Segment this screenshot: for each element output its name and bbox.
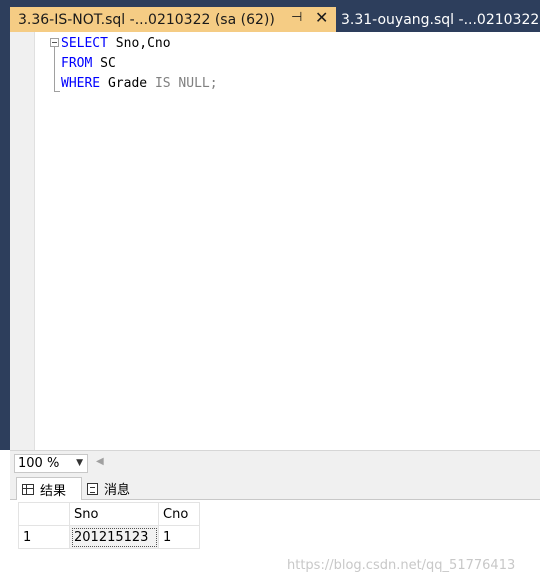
semicolon: ; bbox=[209, 76, 218, 91]
keyword: FROM bbox=[61, 56, 93, 71]
sql-code[interactable]: SELECT Sno,Cno FROM SC WHERE Grade IS NU… bbox=[61, 34, 218, 94]
results-tab-bar: 结果 消息 bbox=[10, 474, 540, 500]
results-grid-pane: Sno Cno 1 201215123 1 bbox=[10, 501, 540, 586]
outline-line bbox=[54, 40, 55, 92]
code-line: WHERE Grade IS NULL; bbox=[61, 76, 218, 91]
zoom-bar: 100 % ▼ ◀ bbox=[10, 450, 540, 474]
tab-is-not-query[interactable]: 3.36-IS-NOT.sql -...0210322 (sa (62)) ⊣ … bbox=[10, 7, 336, 32]
column-header-sno[interactable]: Sno bbox=[69, 502, 159, 526]
chevron-down-icon[interactable]: ▼ bbox=[76, 455, 83, 472]
pin-icon[interactable]: ⊣ bbox=[291, 10, 302, 25]
watermark: https://blog.csdn.net/qq_51776413 bbox=[287, 558, 516, 573]
keyword: SELECT bbox=[61, 36, 108, 51]
editor-gutter bbox=[10, 32, 35, 450]
code-text: SC bbox=[92, 56, 116, 71]
code-text: Grade bbox=[100, 76, 155, 91]
query-editor[interactable]: SELECT Sno,Cno FROM SC WHERE Grade IS NU… bbox=[10, 32, 540, 450]
operator: IS bbox=[154, 76, 171, 91]
window-left-edge bbox=[0, 0, 10, 450]
keyword: WHERE bbox=[61, 76, 101, 91]
operator: NULL bbox=[178, 76, 210, 91]
tab-title: 3.36-IS-NOT.sql -...0210322 (sa (62)) bbox=[18, 11, 275, 28]
row-number-header bbox=[18, 502, 70, 526]
table-row: 1 201215123 1 bbox=[18, 525, 200, 549]
outline-end bbox=[54, 91, 60, 92]
collapse-icon[interactable] bbox=[50, 38, 59, 47]
cell-cno[interactable]: 1 bbox=[158, 525, 200, 549]
tab-label: 消息 bbox=[104, 483, 131, 498]
tab-label: 结果 bbox=[40, 483, 67, 499]
code-line: FROM SC bbox=[61, 56, 116, 71]
cell-sno[interactable]: 201215123 bbox=[69, 525, 159, 549]
tab-title: 3.31-ouyang.sql -...0210322 bbox=[341, 11, 540, 28]
header-row: Sno Cno bbox=[18, 502, 200, 526]
gutter-divider bbox=[34, 32, 35, 450]
tab-messages[interactable]: 消息 bbox=[82, 477, 142, 500]
code-line: SELECT Sno,Cno bbox=[61, 36, 171, 51]
close-icon[interactable]: ✕ bbox=[315, 8, 328, 27]
message-icon bbox=[87, 482, 98, 495]
code-text: Sno,Cno bbox=[107, 36, 171, 51]
tab-ouyang-query[interactable]: 3.31-ouyang.sql -...0210322 bbox=[337, 7, 540, 32]
zoom-dropdown[interactable]: 100 % ▼ bbox=[14, 454, 88, 473]
grid-icon bbox=[22, 483, 34, 495]
column-header-cno[interactable]: Cno bbox=[158, 502, 200, 526]
row-number[interactable]: 1 bbox=[18, 525, 70, 549]
results-grid: Sno Cno 1 201215123 1 bbox=[18, 502, 200, 549]
scroll-left-icon[interactable]: ◀ bbox=[96, 456, 104, 467]
zoom-value: 100 % bbox=[18, 456, 60, 471]
tab-results[interactable]: 结果 bbox=[16, 477, 82, 500]
